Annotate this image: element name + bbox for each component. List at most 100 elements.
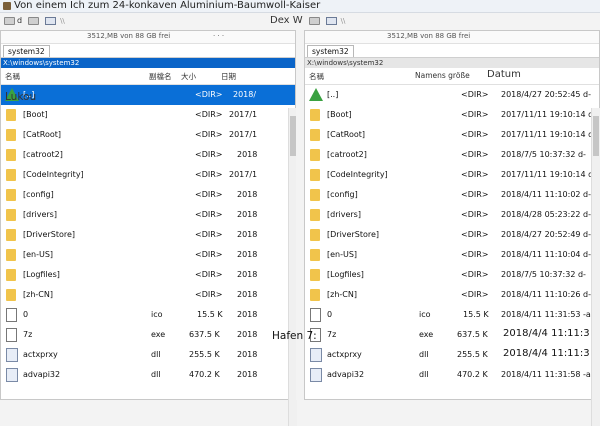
table-row[interactable]: advapi32 dll 470.2 K 2018/4/11 11:31:58 … — [305, 365, 599, 385]
right-header-ext[interactable]: Namens größe — [415, 71, 470, 80]
right-header-name[interactable]: 名稱 — [309, 71, 324, 82]
table-row[interactable]: [CatRoot] <DIR> 2017/11/11 19:10:14 d- — [305, 125, 599, 145]
table-row[interactable]: [Boot] <DIR> 2017/11/11 19:10:14 d- — [305, 105, 599, 125]
table-row[interactable]: [catroot2] <DIR> 2018 — [1, 145, 295, 165]
left-file-pane[interactable]: 3512,MB von 88 GB frei · · · system32 X:… — [0, 30, 297, 426]
folder-icon — [310, 229, 320, 241]
table-row[interactable]: [drivers] <DIR> 2018 — [1, 205, 295, 225]
file-size: <DIR> — [461, 210, 489, 219]
file-date: 2017/11/11 19:10:14 d- — [501, 130, 597, 139]
file-date: 2017/11/11 19:10:14 d- — [501, 170, 597, 179]
left-root-label: \\ — [60, 16, 65, 25]
left-column-header: 名稱 副檔名 大小 日期 — [1, 68, 295, 85]
file-name: [CodeIntegrity] — [23, 170, 84, 179]
file-size: <DIR> — [195, 210, 223, 219]
table-row[interactable]: 0 ico 15.5 K 2018 — [1, 305, 295, 325]
file-name: [catroot2] — [23, 150, 63, 159]
table-row[interactable]: 0 ico 15.5 K 2018/4/11 11:31:53 -a- — [305, 305, 599, 325]
left-drive-button[interactable]: d — [2, 14, 24, 27]
left-file-list: [..] <DIR> 2018/ [Boot] <DIR> 2017/1 [Ca… — [1, 85, 295, 385]
right-drive-toolbar: Dex W \\ — [268, 13, 345, 28]
right-drive-c-button[interactable] — [307, 14, 322, 27]
file-name: [config] — [23, 190, 54, 199]
right-drive-button[interactable]: Dex W — [268, 14, 305, 27]
network-drive-icon — [45, 16, 57, 25]
file-name: [Boot] — [327, 110, 352, 119]
table-row[interactable]: [catroot2] <DIR> 2018/7/5 10:37:32 d- — [305, 145, 599, 165]
table-row[interactable]: [config] <DIR> 2018 — [1, 185, 295, 205]
table-row[interactable]: [..] <DIR> 2018/4/27 20:52:45 d- — [305, 85, 599, 105]
file-date: 2018/7/5 10:37:32 d- — [501, 150, 586, 159]
table-row[interactable]: [zh-CN] <DIR> 2018 — [1, 285, 295, 305]
table-row[interactable]: [DriverStore] <DIR> 2018/4/27 20:52:49 d… — [305, 225, 599, 245]
folder-icon — [6, 189, 16, 201]
file-ext: ico — [419, 310, 431, 319]
left-network-button[interactable] — [43, 14, 58, 27]
file-size: <DIR> — [461, 250, 489, 259]
file-date: 2018 — [237, 270, 258, 279]
right-network-button[interactable] — [324, 14, 339, 27]
file-size: <DIR> — [195, 130, 223, 139]
table-row[interactable]: actxprxy dll 255.5 K 2018/4/4 11:11:3 — [305, 345, 599, 365]
left-drive-c-button[interactable] — [26, 14, 41, 27]
table-row[interactable]: [Logfiles] <DIR> 2018 — [1, 265, 295, 285]
left-free-space-text: 3512,MB von 88 GB frei — [87, 32, 171, 40]
left-header-date[interactable]: 日期 — [221, 71, 236, 82]
table-row[interactable]: actxprxy dll 255.5 K 2018 — [1, 345, 295, 365]
folder-icon — [6, 169, 16, 181]
file-ext: dll — [419, 350, 429, 359]
left-header-ext[interactable]: 副檔名 — [149, 71, 172, 82]
left-header-size[interactable]: 大小 — [181, 71, 196, 82]
file-name: advapi32 — [23, 370, 61, 379]
table-row[interactable]: [zh-CN] <DIR> 2018/4/11 11:10:26 d- — [305, 285, 599, 305]
drive-icon — [308, 16, 320, 25]
table-row[interactable]: 7z exe 637.5 K 2018 — [1, 325, 295, 345]
file-size: 15.5 K — [197, 310, 223, 319]
file-date: 2018/4/11 11:10:04 d- — [501, 250, 591, 259]
file-size: <DIR> — [461, 190, 489, 199]
right-scrollbar[interactable] — [591, 108, 600, 426]
table-row[interactable]: [CodeIntegrity] <DIR> 2017/1 — [1, 165, 295, 185]
right-column-header: 名稱 Namens größe Datum — [305, 68, 599, 85]
table-row[interactable]: [..] <DIR> 2018/ — [1, 85, 295, 105]
file-size: 637.5 K — [457, 330, 488, 339]
file-name: [zh-CN] — [23, 290, 53, 299]
network-drive-icon — [325, 16, 337, 25]
file-size: <DIR> — [195, 270, 223, 279]
table-row[interactable]: [en-US] <DIR> 2018/4/11 11:10:04 d- — [305, 245, 599, 265]
table-row[interactable]: [en-US] <DIR> 2018 — [1, 245, 295, 265]
file-date: 2018 — [237, 310, 258, 319]
file-size: <DIR> — [195, 290, 223, 299]
table-row[interactable]: [CatRoot] <DIR> 2017/1 — [1, 125, 295, 145]
right-free-space-bar: 3512,MB von 88 GB frei — [305, 31, 599, 44]
folder-icon — [310, 289, 320, 301]
file-size: <DIR> — [461, 110, 489, 119]
right-path-bar[interactable]: X:\windows\system32 — [305, 58, 599, 68]
right-tab-system32[interactable]: system32 — [307, 45, 354, 57]
table-row[interactable]: [CodeIntegrity] <DIR> 2017/11/11 19:10:1… — [305, 165, 599, 185]
left-path-bar[interactable]: X:\windows\system32 — [1, 58, 295, 68]
table-row[interactable]: [Logfiles] <DIR> 2018/7/5 10:37:32 d- — [305, 265, 599, 285]
folder-icon — [6, 209, 16, 221]
right-scroll-thumb[interactable] — [593, 116, 599, 156]
file-name: advapi32 — [327, 370, 365, 379]
left-tab-system32[interactable]: system32 — [3, 45, 50, 57]
right-file-pane[interactable]: 3512,MB von 88 GB frei system32 X:\windo… — [304, 30, 600, 426]
left-header-name[interactable]: 名稱 — [5, 71, 20, 82]
file-name: [drivers] — [23, 210, 57, 219]
table-row[interactable]: [drivers] <DIR> 2018/4/28 05:23:22 d- — [305, 205, 599, 225]
table-row[interactable]: [config] <DIR> 2018/4/11 11:10:02 d- — [305, 185, 599, 205]
up-arrow-icon — [309, 88, 323, 101]
file-name: [Logfiles] — [327, 270, 364, 279]
pane-splitter[interactable] — [296, 30, 304, 400]
file-name: [DriverStore] — [23, 230, 76, 239]
table-row[interactable]: 7z exe 637.5 K 2018/4/4 11:11:3 — [305, 325, 599, 345]
folder-icon — [310, 129, 320, 141]
app-icon — [3, 2, 11, 10]
right-header-date[interactable]: Datum — [487, 69, 521, 80]
table-row[interactable]: [Boot] <DIR> 2017/1 — [1, 105, 295, 125]
file-size: <DIR> — [461, 230, 489, 239]
file-icon — [6, 328, 17, 342]
table-row[interactable]: [DriverStore] <DIR> 2018 — [1, 225, 295, 245]
table-row[interactable]: advapi32 dll 470.2 K 2018 — [1, 365, 295, 385]
